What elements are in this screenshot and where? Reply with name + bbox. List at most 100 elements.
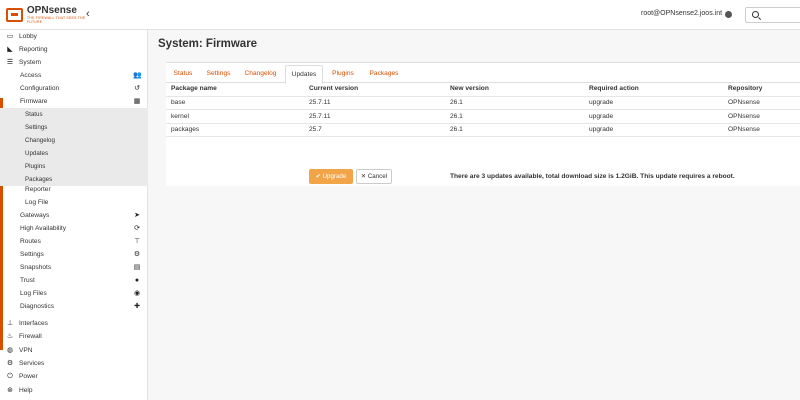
sidebar-item-reporting[interactable]: ◣ Reporting [0, 43, 148, 56]
sidebar-item-label: Help [19, 387, 33, 394]
opnsense-logo[interactable]: OPNsense THE FIREWALL THAT SEES THE FUTU… [6, 5, 96, 25]
sidebar-item-routes[interactable]: Routes ⊤ [0, 235, 148, 248]
sidebar-item-label: Firewall [19, 333, 42, 340]
tab-changelog[interactable]: Changelog [238, 65, 283, 83]
life-ring-icon: ⊛ [7, 387, 13, 394]
certificate-icon: ● [134, 277, 140, 284]
history-icon: ↺ [134, 85, 140, 92]
sidebar-item-lobby[interactable]: ▭ Lobby [0, 30, 148, 43]
sidebar-item-label: High Availability [20, 225, 67, 232]
sidebar-item-label: Power [19, 373, 38, 380]
sidebar-item-services[interactable]: ⚙ Services [0, 357, 148, 370]
sidebar-item-snapshots[interactable]: Snapshots ▤ [0, 261, 148, 274]
sidebar-item-label: Reporting [19, 46, 48, 53]
sidebar-item-label: VPN [19, 347, 33, 354]
plug-icon: ⏻ [7, 373, 13, 380]
fire-icon: ♨ [6, 333, 14, 340]
location-arrow-icon: ➤ [134, 212, 140, 219]
sidebar-item-firmware-status[interactable]: Status [0, 108, 148, 121]
cancel-button[interactable]: ✕ Cancel [356, 169, 392, 184]
sidebar-item-firmware-plugins[interactable]: Plugins [0, 160, 148, 173]
column-header-new-version: New version [450, 85, 489, 92]
sidebar-item-label: Gateways [20, 212, 50, 219]
sidebar-item-access[interactable]: Access 👥 [0, 69, 148, 82]
main-content: System: Firmware Status Settings Changel… [148, 30, 800, 400]
search-icon [752, 11, 759, 18]
sidebar-item-firmware[interactable]: Firmware ▦ [0, 95, 148, 108]
sidebar-item-interfaces[interactable]: ⊥ Interfaces [0, 317, 148, 330]
upgrade-button-label: Upgrade [322, 173, 347, 180]
package-name-cell: base [171, 99, 186, 106]
column-header-required-action: Required action [589, 85, 639, 92]
sidebar-item-label: Plugins [25, 163, 46, 170]
sidebar-item-label: Log File [25, 199, 49, 206]
sidebar-item-label: System [19, 59, 41, 66]
sidebar-item-system[interactable]: ☰ System [0, 56, 148, 69]
table-divider [166, 109, 800, 110]
sidebar-item-label: Diagnostics [20, 303, 55, 310]
sidebar-item-label: Lobby [19, 33, 37, 40]
tab-plugins[interactable]: Plugins [324, 65, 362, 83]
sidebar-item-vpn[interactable]: ◍ VPN [0, 344, 148, 357]
system-status-icon[interactable] [725, 11, 732, 18]
sidebar-item-firmware-changelog[interactable]: Changelog [0, 134, 148, 147]
required-action-cell: upgrade [589, 126, 614, 133]
refresh-icon: ⟳ [134, 225, 140, 232]
table-divider [166, 96, 800, 97]
sidebar-item-firmware-settings[interactable]: Settings [0, 121, 148, 134]
sidebar-item-firewall[interactable]: ♨ Firewall [0, 330, 148, 343]
hdd-icon: ▤ [133, 264, 141, 271]
sidebar-item-trust[interactable]: Trust ● [0, 274, 148, 287]
cogs-icon: ⚙ [133, 251, 141, 258]
current-version-cell: 25.7.11 [309, 99, 331, 106]
column-header-repository: Repository [728, 85, 763, 92]
sidebar-item-help[interactable]: ⊛ Help [0, 384, 148, 397]
package-name-cell: packages [171, 126, 200, 133]
sidebar-item-label: Firmware [20, 98, 48, 105]
new-version-cell: 26.1 [450, 126, 463, 133]
sidebar-item-label: Interfaces [19, 320, 48, 327]
user-account-link[interactable]: root@OPNsense2.joos.int [641, 10, 722, 17]
tab-packages[interactable]: Packages [363, 65, 405, 83]
top-bar: OPNsense THE FIREWALL THAT SEES THE FUTU… [0, 0, 800, 30]
repository-cell: OPNsense [728, 126, 760, 133]
sidebar-item-label: Packages [25, 176, 53, 183]
sidebar-item-label: Trust [20, 277, 35, 284]
sidebar-item-label: Access [20, 72, 42, 79]
cog-icon: ⚙ [6, 360, 14, 367]
sidebar-item-high-availability[interactable]: High Availability ⟳ [0, 222, 148, 235]
sidebar-item-label: Changelog [25, 137, 55, 144]
required-action-cell: upgrade [589, 113, 614, 120]
firmware-panel: Status Settings Changelog Updates Plugin… [166, 62, 800, 186]
search-box[interactable] [745, 7, 800, 23]
sidebar-item-power[interactable]: ⏻ Power [0, 370, 148, 383]
current-version-cell: 25.7 [309, 126, 322, 133]
table-divider [166, 123, 800, 124]
sidebar-item-label: Configuration [20, 85, 60, 92]
sidebar-item-configuration[interactable]: Configuration ↺ [0, 82, 148, 95]
upgrade-button[interactable]: ✔ Upgrade [309, 169, 353, 184]
tab-updates[interactable]: Updates [285, 65, 323, 84]
users-icon: 👥 [133, 72, 142, 79]
sidebar-item-reporter[interactable]: Reporter [0, 183, 148, 196]
current-version-cell: 25.7.11 [309, 113, 331, 120]
sidebar-item-diagnostics[interactable]: Diagnostics ✚ [0, 300, 148, 313]
sidebar-item-label: Services [19, 360, 45, 367]
tab-status[interactable]: Status [166, 65, 200, 83]
sidebar-item-settings[interactable]: Settings ⚙ [0, 248, 148, 261]
sidebar-item-log-files[interactable]: Log Files ◉ [0, 287, 148, 300]
sidebar-item-label: Status [25, 111, 43, 118]
sidebar-item-log-file[interactable]: Log File [0, 196, 148, 209]
sidebar-item-firmware-updates[interactable]: Updates [0, 147, 148, 160]
collapse-sidebar-chevron-left-icon[interactable]: ‹ [86, 8, 90, 20]
column-header-package-name: Package name [171, 85, 217, 92]
calculator-icon: ▦ [133, 98, 141, 105]
table-divider [166, 136, 800, 137]
tab-settings[interactable]: Settings [200, 65, 237, 83]
sidebar: ▭ Lobby ◣ Reporting ☰ System Access 👥 Co… [0, 30, 148, 400]
page-title: System: Firmware [158, 38, 258, 50]
close-icon: ✕ [360, 173, 367, 180]
column-header-current-version: Current version [309, 85, 359, 92]
area-chart-icon: ◣ [7, 46, 13, 53]
sidebar-item-gateways[interactable]: Gateways ➤ [0, 209, 148, 222]
